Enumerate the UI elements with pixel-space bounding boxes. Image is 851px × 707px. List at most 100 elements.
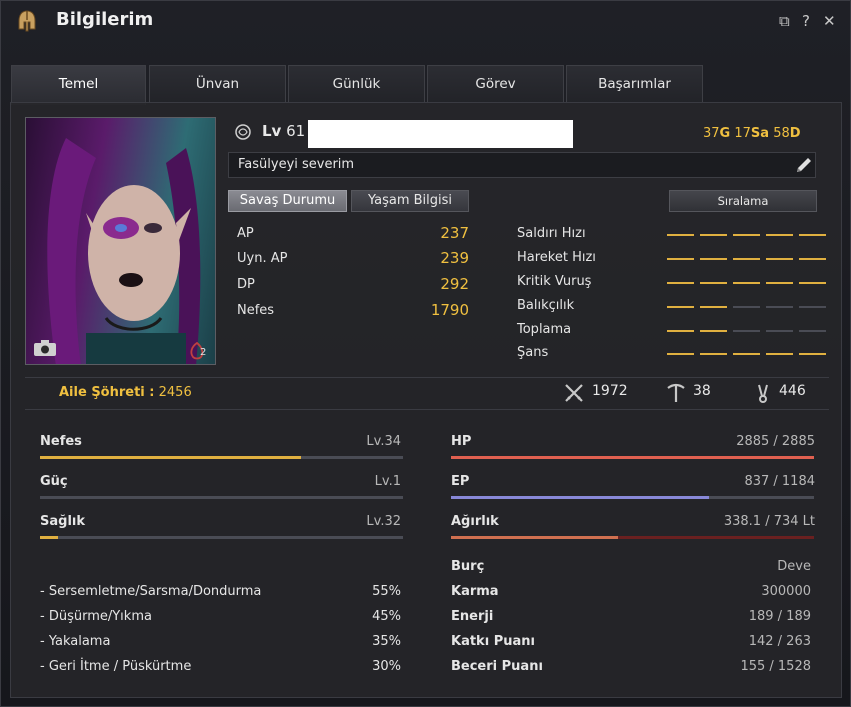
- restore-icon[interactable]: ⧉: [779, 12, 790, 30]
- bar-label: Sağlık: [40, 514, 85, 529]
- life-info-button[interactable]: Yaşam Bilgisi: [351, 190, 469, 212]
- substat-meter-segment: [667, 306, 694, 308]
- substat-meter-segment: [700, 330, 727, 332]
- substat-label: Hareket Hızı: [517, 250, 596, 265]
- hp-bar: [451, 456, 814, 459]
- substat-meter-segment: [733, 234, 760, 236]
- info-value: 300000: [761, 584, 811, 599]
- family-fame: Aile Şöhreti : 2456: [59, 385, 192, 400]
- portrait-art: [47, 138, 201, 364]
- bar-label: Ağırlık: [451, 514, 499, 529]
- level-label: Lv 61: [262, 122, 306, 140]
- info-value: 189 / 189: [748, 609, 811, 624]
- life-fame-value: 38: [693, 383, 711, 399]
- substat-meter-segment: [667, 258, 694, 260]
- bar-label: Güç: [40, 474, 68, 489]
- substat-meter-segment: [667, 353, 694, 355]
- substat-meter-segment: [799, 234, 826, 236]
- strength-bar: [40, 496, 403, 499]
- resistance-label: - Geri İtme / Püskürtme: [40, 659, 192, 674]
- pickaxe-icon: [667, 383, 685, 402]
- ep-bar-fill: [451, 496, 709, 499]
- resistance-label: - Yakalama: [40, 634, 111, 649]
- resistance-label: - Sersemletme/Sarsma/Dondurma: [40, 584, 262, 599]
- camera-icon[interactable]: [33, 339, 57, 357]
- window-title: Bilgilerim: [56, 9, 154, 30]
- substat-meter-segment: [766, 353, 793, 355]
- divider: [25, 409, 829, 410]
- bar-label: Nefes: [40, 434, 82, 449]
- combat-status-button[interactable]: Savaş Durumu: [228, 190, 347, 212]
- stat-awaken-ap-value: 239: [440, 249, 469, 267]
- tab-basarimlar[interactable]: Başarımlar: [566, 65, 703, 103]
- stamina-bar-fill: [40, 456, 302, 459]
- substat-meter-segment: [733, 282, 760, 284]
- substat-meter-segment: [733, 330, 760, 332]
- close-icon[interactable]: ✕: [823, 12, 836, 30]
- special-fame-value: 446: [779, 383, 806, 399]
- substat-meter-segment: [733, 306, 760, 308]
- stat-awaken-ap-label: Uyn. AP: [237, 251, 288, 266]
- substat-meter-segment: [766, 234, 793, 236]
- bar-label: EP: [451, 474, 470, 489]
- info-label: Burç: [451, 559, 485, 574]
- resistance-value: 45%: [372, 609, 401, 624]
- substat-meter-segment: [799, 282, 826, 284]
- tab-unvan[interactable]: Ünvan: [149, 65, 286, 103]
- substat-meter-segment: [667, 330, 694, 332]
- substat-meter-segment: [667, 282, 694, 284]
- info-label: Enerji: [451, 609, 494, 624]
- substat-label: Kritik Vuruş: [517, 274, 592, 289]
- substat-meter-segment: [766, 330, 793, 332]
- substat-meter-segment: [766, 258, 793, 260]
- bar-value: 338.1 / 734 Lt: [723, 514, 815, 529]
- info-label: Karma: [451, 584, 499, 599]
- bar-value: 2885 / 2885: [736, 434, 815, 449]
- tab-temel[interactable]: Temel: [11, 65, 146, 105]
- resistance-value: 30%: [372, 659, 401, 674]
- substat-meter-segment: [799, 330, 826, 332]
- info-label: Beceri Puanı: [451, 659, 543, 674]
- health-bar: [40, 536, 403, 539]
- stat-ap-value: 237: [440, 224, 469, 242]
- substat-meter-segment: [799, 306, 826, 308]
- tab-gunluk[interactable]: Günlük: [288, 65, 425, 103]
- info-label: Katkı Puanı: [451, 634, 535, 649]
- bar-level: Lv.1: [374, 474, 401, 489]
- money-display: 37G 17Sa 58D: [703, 126, 801, 141]
- weight-bar: [451, 536, 814, 539]
- substat-label: Toplama: [517, 322, 572, 337]
- substat-meter-segment: [766, 306, 793, 308]
- info-value: 142 / 263: [748, 634, 811, 649]
- substat-label: Saldırı Hızı: [517, 226, 586, 241]
- substat-label: Şans: [517, 345, 549, 360]
- help-icon[interactable]: ?: [802, 12, 810, 30]
- resistance-value: 35%: [372, 634, 401, 649]
- substat-meter-segment: [700, 234, 727, 236]
- substat-meter-segment: [700, 258, 727, 260]
- title-bar[interactable]: Bilgilerim ⧉ ? ✕: [1, 1, 850, 41]
- character-portrait: [25, 117, 216, 365]
- reputation-count: 2: [200, 347, 207, 358]
- stat-dp-label: DP: [237, 277, 255, 292]
- combat-fame-value: 1972: [592, 383, 628, 399]
- helmet-icon: [18, 10, 36, 32]
- substat-meter-segment: [766, 282, 793, 284]
- substat-meter-segment: [700, 306, 727, 308]
- pencil-icon[interactable]: [794, 155, 814, 175]
- tab-gorev[interactable]: Görev: [427, 65, 564, 103]
- info-value: Deve: [777, 559, 811, 574]
- resistance-label: - Düşürme/Yıkma: [40, 609, 152, 624]
- stat-stamina-label: Nefes: [237, 303, 275, 318]
- bar-value: 837 / 1184: [744, 474, 815, 489]
- ranking-button[interactable]: Sıralama: [669, 190, 817, 212]
- ep-bar: [451, 496, 814, 499]
- stat-dp-value: 292: [440, 275, 469, 293]
- stat-stamina-value: 1790: [430, 301, 469, 319]
- reputation-icon: 2: [187, 341, 207, 361]
- divider: [25, 377, 829, 378]
- substat-meter-segment: [799, 258, 826, 260]
- motto-text: Fasülyeyi severim: [238, 157, 355, 172]
- character-name-redacted: [308, 120, 573, 148]
- substat-meter-segment: [700, 282, 727, 284]
